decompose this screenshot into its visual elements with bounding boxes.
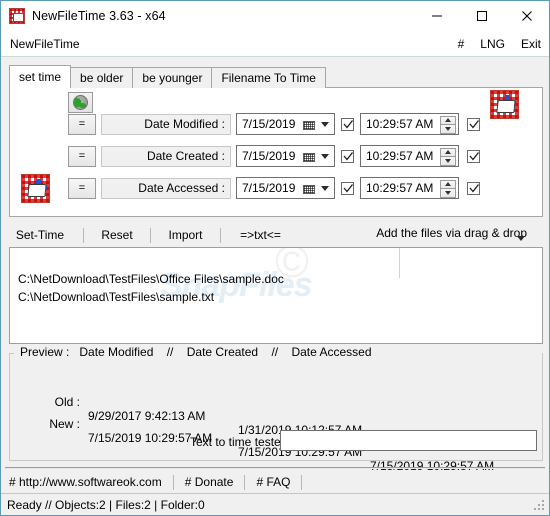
- text-to-time-tester-label: Text to time tester: [190, 435, 285, 449]
- time-input-created[interactable]: 10:29:57 AM: [360, 145, 459, 167]
- equals-button-created[interactable]: =: [68, 145, 96, 167]
- link-website[interactable]: # http://www.softwareok.com: [9, 475, 162, 489]
- chevron-down-icon: [321, 154, 329, 159]
- time-input-modified[interactable]: 10:29:57 AM: [360, 113, 459, 135]
- date-value-modified: 7/15/2019: [242, 117, 296, 131]
- tab-filename-to-time[interactable]: Filename To Time: [211, 67, 326, 88]
- label-date-created: Date Created :: [101, 145, 231, 167]
- menu-exit[interactable]: Exit: [521, 37, 541, 51]
- spinner-down-modified[interactable]: [440, 124, 456, 134]
- tab-be-older[interactable]: be older: [70, 67, 134, 88]
- status-text: Ready // Objects:2 | Files:2 | Folder:0: [7, 497, 205, 512]
- reset-button[interactable]: Reset: [96, 227, 138, 243]
- list-item[interactable]: C:\NetDownload\TestFiles\sample.txt: [18, 290, 214, 304]
- minimize-button[interactable]: [414, 1, 459, 31]
- divider: [150, 227, 151, 243]
- close-button[interactable]: [504, 1, 549, 31]
- spinner-up-accessed[interactable]: [440, 179, 456, 188]
- time-spinner-accessed[interactable]: [440, 179, 456, 198]
- menu-item-newfiletime[interactable]: NewFileTime: [1, 37, 80, 51]
- divider: [220, 227, 221, 243]
- date-input-accessed[interactable]: 7/15/2019: [236, 177, 335, 199]
- label-date-modified: Date Modified :: [101, 113, 231, 135]
- checkbox-time-created[interactable]: [467, 149, 480, 163]
- link-donate[interactable]: # Donate: [185, 475, 234, 489]
- divider: [83, 227, 84, 243]
- time-value-modified: 10:29:57 AM: [366, 117, 434, 131]
- action-bar: Set-Time Reset Import =>txt<= Add the fi…: [9, 223, 543, 247]
- menu-lng[interactable]: LNG: [480, 37, 505, 51]
- spinner-down-accessed[interactable]: [440, 188, 456, 198]
- tab-set-time[interactable]: set time: [9, 65, 72, 88]
- menu-bar: NewFileTime # LNG Exit: [1, 31, 549, 57]
- divider: [244, 474, 246, 490]
- file-list[interactable]: © SnapFiles C:\NetDownload\TestFiles\Off…: [9, 247, 543, 344]
- drag-drop-dropdown[interactable]: Add the files via drag & drop: [376, 226, 527, 241]
- calendar-icon: [303, 182, 315, 194]
- tab-be-younger[interactable]: be younger: [132, 67, 213, 88]
- title-bar: NewFileTime 3.63 - x64: [1, 1, 549, 31]
- newfiletime-window: NewFileTime 3.63 - x64 NewFileTime # LNG…: [0, 0, 550, 516]
- globe-icon: [73, 95, 88, 110]
- time-value-created: 10:29:57 AM: [366, 149, 434, 163]
- resize-grip[interactable]: [534, 500, 546, 512]
- text-to-time-tester-input[interactable]: [280, 430, 537, 451]
- divider: [301, 474, 303, 490]
- chevron-down-icon: [321, 186, 329, 191]
- apply-lower-stamp-icon[interactable]: [21, 174, 50, 203]
- calendar-icon: [303, 118, 315, 130]
- checkbox-time-accessed[interactable]: [467, 181, 480, 195]
- date-input-modified[interactable]: 7/15/2019: [236, 113, 335, 135]
- window-title: NewFileTime 3.63 - x64: [32, 9, 166, 23]
- status-bar: Ready // Objects:2 | Files:2 | Folder:0: [1, 493, 549, 515]
- equals-button-modified[interactable]: =: [68, 113, 96, 135]
- spinner-down-created[interactable]: [440, 156, 456, 166]
- preview-group: Preview : Date Modified // Date Created …: [9, 345, 543, 473]
- link-faq[interactable]: # FAQ: [256, 475, 290, 489]
- app-stamp-icon: [9, 8, 25, 24]
- spinner-up-created[interactable]: [440, 147, 456, 156]
- link-bar: # http://www.softwareok.com # Donate # F…: [9, 471, 543, 493]
- tab-strip: set time be older be younger Filename To…: [9, 65, 543, 88]
- calendar-icon: [303, 150, 315, 162]
- date-value-created: 7/15/2019: [242, 149, 296, 163]
- preview-legend: Preview : Date Modified // Date Created …: [15, 345, 377, 359]
- preview-new-label: New :: [49, 417, 80, 431]
- time-value-accessed: 10:29:57 AM: [366, 181, 434, 195]
- set-time-panel: = Date Modified : 7/15/2019 10:29:57 AM: [9, 87, 543, 217]
- import-button[interactable]: Import: [163, 227, 208, 243]
- divider: [5, 467, 545, 469]
- apply-upper-stamp-icon[interactable]: [490, 90, 519, 119]
- time-spinner-modified[interactable]: [440, 115, 456, 134]
- divider: [172, 474, 174, 490]
- column-divider: [399, 248, 400, 278]
- checkbox-date-accessed[interactable]: [341, 181, 354, 195]
- globe-icon-button[interactable]: [68, 92, 93, 113]
- time-spinner-created[interactable]: [440, 147, 456, 166]
- date-value-accessed: 7/15/2019: [242, 181, 296, 195]
- checkbox-date-modified[interactable]: [341, 117, 354, 131]
- drag-drop-label: Add the files via drag & drop: [376, 226, 527, 240]
- label-date-accessed: Date Accessed :: [101, 177, 231, 199]
- window-controls: [414, 1, 549, 31]
- equals-button-accessed[interactable]: =: [68, 177, 96, 199]
- chevron-down-icon: [517, 236, 525, 241]
- spinner-up-modified[interactable]: [440, 115, 456, 124]
- set-time-button[interactable]: Set-Time: [9, 227, 71, 243]
- checkbox-time-modified[interactable]: [467, 117, 480, 131]
- chevron-down-icon: [321, 122, 329, 127]
- checkbox-date-created[interactable]: [341, 149, 354, 163]
- date-input-created[interactable]: 7/15/2019: [236, 145, 335, 167]
- time-input-accessed[interactable]: 10:29:57 AM: [360, 177, 459, 199]
- list-item[interactable]: C:\NetDownload\TestFiles\Office Files\sa…: [18, 272, 284, 286]
- maximize-button[interactable]: [459, 1, 504, 31]
- txt-export-button[interactable]: =>txt<=: [233, 227, 288, 243]
- menu-hash[interactable]: #: [458, 37, 465, 51]
